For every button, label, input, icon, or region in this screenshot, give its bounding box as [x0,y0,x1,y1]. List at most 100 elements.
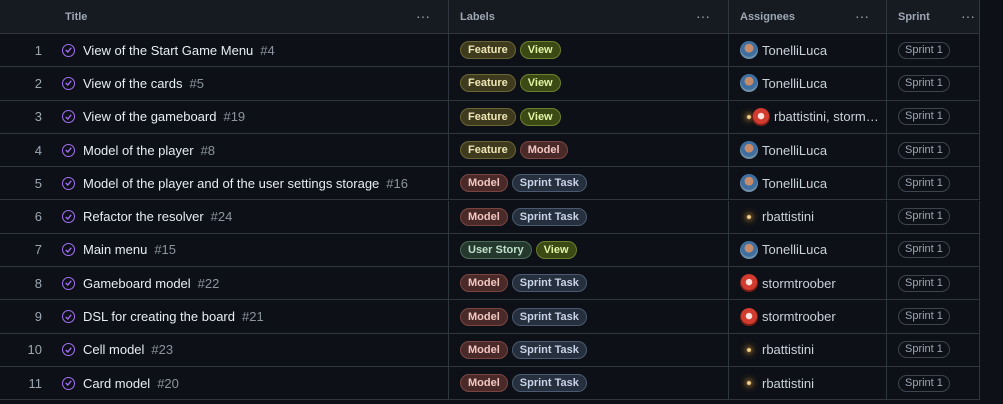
assignees-cell[interactable]: stormtroober [740,267,884,299]
labels-cell[interactable]: Feature View [460,67,726,99]
table-row[interactable]: 4 Model of the player #8 Feature Model Tonell… [0,133,980,168]
table-row[interactable]: 3 View of the gameboard #19 Feature View rbat… [0,100,980,134]
labels-cell[interactable]: Model Sprint Task [460,201,726,233]
table-row[interactable]: 7 Main menu #15 User Story View TonelliLuca Sp… [0,233,980,268]
title-cell[interactable]: Main menu #15 [62,234,446,266]
assignee-name[interactable]: TonelliLuca [762,43,827,58]
label-badge[interactable]: View [535,240,577,259]
assignees-column-menu-icon[interactable]: ··· [855,9,869,23]
sprint-badge[interactable]: Sprint 1 [898,374,950,392]
column-divider[interactable] [448,0,449,33]
table-row[interactable]: 6 Refactor the resolver #24 Model Sprint Tas… [0,200,980,234]
sprint-badge[interactable]: Sprint 1 [898,141,950,159]
assignee-name[interactable]: rbattistini [762,342,814,357]
column-header-labels[interactable]: Labels [460,0,495,33]
assignees-cell[interactable]: rbattistini, storm… [740,101,884,133]
issue-title-link[interactable]: View of the Start Game Menu [83,43,253,58]
label-badge[interactable]: Model [460,307,508,326]
sprint-cell[interactable]: Sprint 1 [898,300,978,332]
column-header-sprint[interactable]: Sprint [898,0,930,33]
issue-title-link[interactable]: View of the cards [83,76,182,91]
title-cell[interactable]: Gameboard model #22 [62,267,446,299]
label-badge[interactable]: Sprint Task [511,174,587,193]
label-badge[interactable]: User Story [460,240,532,259]
labels-cell[interactable]: Model Sprint Task [460,334,726,366]
issue-title-link[interactable]: Model of the player and of the user sett… [83,176,379,191]
table-row[interactable]: 1 View of the Start Game Menu #4 Feature Vie… [0,34,980,68]
issue-title-link[interactable]: Card model [83,376,150,391]
label-badge[interactable]: Sprint Task [511,307,587,326]
column-divider[interactable] [979,0,980,33]
label-badge[interactable]: Model [460,274,508,293]
table-row[interactable]: 11 Card model #20 Model Sprint Task rbattisti… [0,367,980,401]
table-row[interactable]: 10 Cell model #23 Model Sprint Task rbattisti… [0,333,980,367]
labels-cell[interactable]: Model Sprint Task [460,167,726,199]
sprint-badge[interactable]: Sprint 1 [898,341,950,359]
label-badge[interactable]: Model [460,207,508,226]
label-badge[interactable]: View [519,74,561,93]
assignees-cell[interactable]: TonelliLuca [740,134,884,166]
label-badge[interactable]: Model [460,340,508,359]
assignees-cell[interactable]: rbattistini [740,201,884,233]
labels-cell[interactable]: User Story View [460,234,726,266]
label-badge[interactable]: Feature [460,74,516,93]
sprint-badge[interactable]: Sprint 1 [898,108,950,126]
table-row[interactable]: 8 Gameboard model #22 Model Sprint Task storm… [0,267,980,301]
sprint-cell[interactable]: Sprint 1 [898,367,978,399]
label-badge[interactable]: Model [460,174,508,193]
sprint-badge[interactable]: Sprint 1 [898,41,950,59]
labels-cell[interactable]: Feature Model [460,134,726,166]
title-cell[interactable]: Refactor the resolver #24 [62,201,446,233]
column-divider[interactable] [886,0,887,33]
assignees-cell[interactable]: TonelliLuca [740,234,884,266]
title-cell[interactable]: View of the cards #5 [62,67,446,99]
sprint-badge[interactable]: Sprint 1 [898,241,950,259]
table-row[interactable]: 5 Model of the player and of the user set… [0,167,980,201]
label-badge[interactable]: Model [519,141,568,160]
label-badge[interactable]: Sprint Task [511,340,587,359]
assignees-cell[interactable]: rbattistini [740,367,884,399]
sprint-cell[interactable]: Sprint 1 [898,167,978,199]
assignees-cell[interactable]: stormtroober [740,300,884,332]
assignee-name[interactable]: TonelliLuca [762,76,827,91]
sprint-cell[interactable]: Sprint 1 [898,34,978,66]
label-badge[interactable]: Model [460,374,508,393]
sprint-cell[interactable]: Sprint 1 [898,67,978,99]
labels-cell[interactable]: Model Sprint Task [460,367,726,399]
column-divider[interactable] [728,0,729,33]
label-badge[interactable]: Feature [460,107,516,126]
issue-title-link[interactable]: View of the gameboard [83,109,216,124]
sprint-cell[interactable]: Sprint 1 [898,234,978,266]
sprint-cell[interactable]: Sprint 1 [898,267,978,299]
assignee-name[interactable]: rbattistini [762,209,814,224]
assignee-name[interactable]: stormtroober [762,276,836,291]
sprint-column-menu-icon[interactable]: ··· [961,9,975,23]
labels-cell[interactable]: Model Sprint Task [460,300,726,332]
assignees-cell[interactable]: TonelliLuca [740,34,884,66]
sprint-badge[interactable]: Sprint 1 [898,208,950,226]
sprint-cell[interactable]: Sprint 1 [898,101,978,133]
assignees-cell[interactable]: rbattistini [740,334,884,366]
sprint-cell[interactable]: Sprint 1 [898,134,978,166]
title-cell[interactable]: View of the Start Game Menu #4 [62,34,446,66]
assignee-name[interactable]: rbattistini, storm… [774,109,879,124]
issue-title-link[interactable]: Refactor the resolver [83,209,204,224]
label-badge[interactable]: Sprint Task [511,274,587,293]
label-badge[interactable]: View [519,41,561,60]
assignee-name[interactable]: TonelliLuca [762,242,827,257]
label-badge[interactable]: Feature [460,141,516,160]
title-cell[interactable]: Card model #20 [62,367,446,399]
title-cell[interactable]: Cell model #23 [62,334,446,366]
table-row[interactable]: 2 View of the cards #5 Feature View TonelliLu… [0,67,980,101]
table-row[interactable]: 9 DSL for creating the board #21 Model Sprin… [0,300,980,334]
column-header-assignees[interactable]: Assignees [740,0,795,33]
sprint-badge[interactable]: Sprint 1 [898,174,950,192]
assignees-cell[interactable]: TonelliLuca [740,167,884,199]
sprint-cell[interactable]: Sprint 1 [898,201,978,233]
labels-cell[interactable]: Feature View [460,101,726,133]
label-badge[interactable]: View [519,107,561,126]
assignees-cell[interactable]: TonelliLuca [740,67,884,99]
label-badge[interactable]: Sprint Task [511,207,587,226]
assignee-name[interactable]: rbattistini [762,376,814,391]
assignee-name[interactable]: TonelliLuca [762,143,827,158]
